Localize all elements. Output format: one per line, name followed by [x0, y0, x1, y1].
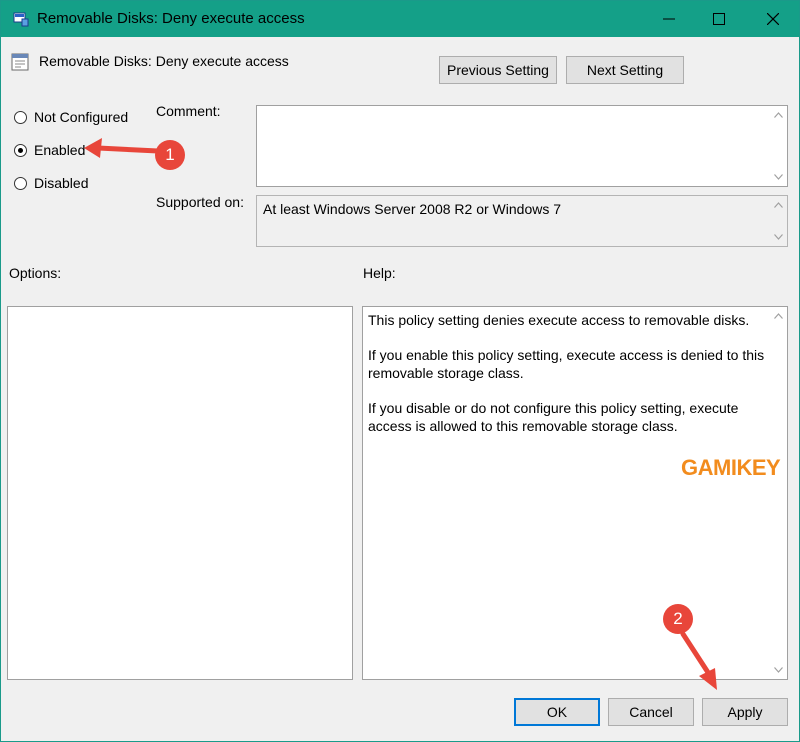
previous-setting-button[interactable]: Previous Setting	[439, 56, 557, 84]
supported-scrollbar[interactable]	[770, 196, 787, 246]
radio-circle[interactable]	[14, 110, 27, 124]
window-title: Removable Disks: Deny execute access	[37, 10, 305, 27]
radio-label: Enabled	[34, 142, 86, 158]
help-paragraph: If you enable this policy setting, execu…	[368, 347, 765, 381]
scroll-up-icon[interactable]	[774, 202, 783, 208]
policy-app-icon	[13, 12, 29, 27]
comment-scrollbar[interactable]	[770, 106, 787, 186]
maximize-icon	[713, 13, 725, 25]
maximize-button[interactable]	[693, 1, 745, 37]
annotation-badge-1: 1	[155, 140, 185, 170]
scroll-down-icon[interactable]	[774, 234, 783, 240]
help-scrollbar[interactable]	[770, 307, 787, 679]
scroll-down-icon[interactable]	[774, 174, 783, 180]
radio-circle-selected[interactable]	[14, 143, 27, 157]
supported-on-value: At least Windows Server 2008 R2 or Windo…	[263, 201, 562, 217]
close-button[interactable]	[747, 1, 799, 37]
radio-label: Disabled	[34, 175, 89, 191]
help-label: Help:	[363, 265, 396, 281]
annotation-arrow-2	[680, 631, 717, 690]
radio-circle[interactable]	[14, 176, 27, 190]
options-panel	[7, 306, 353, 680]
minimize-icon	[663, 18, 675, 20]
scroll-up-icon[interactable]	[774, 313, 783, 319]
help-panel[interactable]: This policy setting denies execute acces…	[362, 306, 788, 680]
ok-button[interactable]: OK	[514, 698, 600, 726]
title-bar[interactable]: Removable Disks: Deny execute access	[1, 1, 799, 37]
comment-label: Comment:	[156, 103, 221, 119]
cancel-button[interactable]: Cancel	[608, 698, 694, 726]
scroll-up-icon[interactable]	[774, 112, 783, 118]
options-label: Options:	[9, 265, 62, 281]
help-paragraph: This policy setting denies execute acces…	[368, 312, 750, 328]
supported-on-label: Supported on:	[156, 194, 244, 210]
help-text: This policy setting denies execute acces…	[368, 311, 767, 452]
policy-setting-icon	[11, 53, 29, 71]
watermark-text-b: KEY	[736, 455, 781, 480]
apply-button[interactable]: Apply	[702, 698, 788, 726]
comment-textarea[interactable]	[256, 105, 788, 187]
next-setting-button[interactable]: Next Setting	[566, 56, 684, 84]
supported-on-box: At least Windows Server 2008 R2 or Windo…	[256, 195, 788, 247]
minimize-button[interactable]	[643, 1, 695, 37]
watermark-text-a: GAMI	[681, 455, 737, 480]
radio-disabled[interactable]: Disabled	[14, 175, 88, 191]
annotation-arrow-1	[84, 138, 160, 158]
gamikey-watermark-logo: GAMIKEY	[681, 455, 781, 481]
scroll-down-icon[interactable]	[774, 667, 783, 673]
close-icon	[767, 13, 779, 25]
radio-label: Not Configured	[34, 109, 129, 125]
radio-not-configured[interactable]: Not Configured	[14, 109, 128, 125]
radio-enabled[interactable]: Enabled	[14, 142, 85, 158]
setting-name: Removable Disks: Deny execute access	[39, 53, 289, 69]
help-paragraph: If you disable or do not configure this …	[368, 400, 739, 434]
